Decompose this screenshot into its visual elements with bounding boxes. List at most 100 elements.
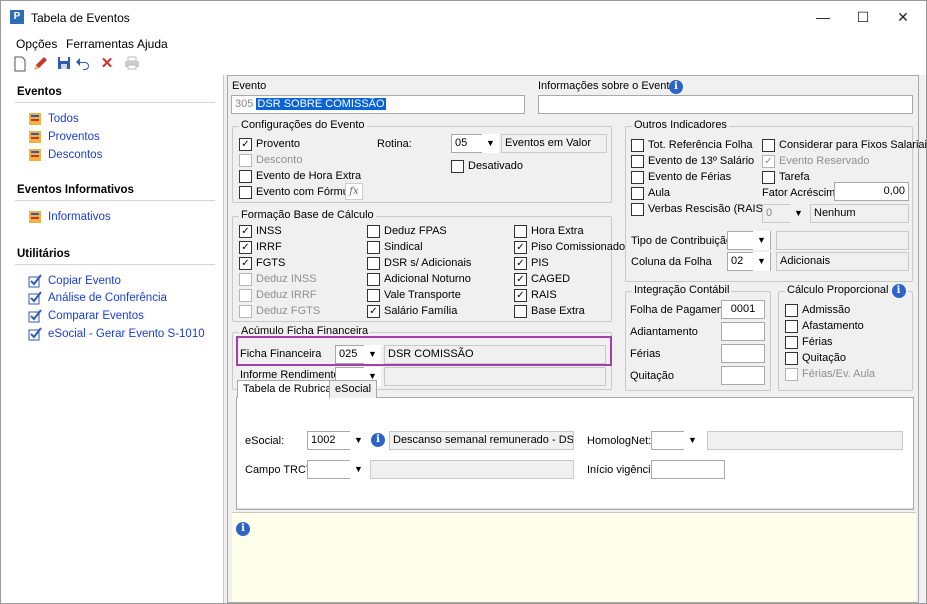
deduz-fgts-checkbox[interactable]: Deduz FGTS — [239, 305, 320, 318]
chevron-down-icon[interactable]: ▼ — [684, 431, 701, 450]
deduz-irrf-checkbox[interactable]: Deduz IRRF — [239, 289, 317, 302]
hora-extra-base-checkbox[interactable]: Hora Extra — [514, 225, 584, 238]
admissao-checkbox[interactable]: Admissão — [785, 304, 850, 317]
evento-13-checkbox[interactable]: Evento de 13º Salário — [631, 155, 754, 168]
evento-field[interactable]: 305 DSR SOBRE COMISSÃO — [231, 95, 525, 114]
deduz-fpas-checkbox[interactable]: Deduz FPAS — [367, 225, 447, 238]
formula-icon[interactable]: fx — [345, 183, 363, 200]
deduz-inss-checkbox[interactable]: Deduz INSS — [239, 273, 317, 286]
tab-tabela-rubricas[interactable]: Tabela de Rubricas — [237, 380, 344, 399]
print-icon[interactable] — [124, 56, 140, 72]
quitacao-checkbox[interactable]: Quitação — [785, 352, 846, 365]
fator-label: Fator Acréscimo — [762, 187, 842, 199]
calculo-group: Cálculo Proporcional i Admissão Afastame… — [778, 284, 913, 391]
sidebar-item-esocial-s1010[interactable]: eSocial - Gerar Evento S-1010 — [48, 328, 205, 340]
sidebar-item-proventos[interactable]: Proventos — [48, 131, 100, 143]
formula-checkbox[interactable]: Evento com Fórmula — [239, 186, 357, 199]
esocial-label: eSocial: — [245, 435, 285, 447]
aula-checkbox[interactable]: Aula — [631, 187, 670, 200]
rais-checkbox[interactable]: ✓ RAIS — [514, 289, 557, 302]
tipo-contrib-label: Tipo de Contribuição — [631, 235, 733, 247]
sidebar-item-copiar-evento[interactable]: Copiar Evento — [48, 275, 121, 287]
close-button[interactable]: ✕ — [883, 1, 923, 33]
info-icon[interactable]: i — [371, 433, 385, 447]
esocial-desc: Descanso semanal remunerado - DSR — [389, 431, 574, 450]
edit-icon[interactable] — [32, 56, 48, 72]
toolbar: ✕ — [1, 53, 926, 75]
chevron-down-icon[interactable]: ▼ — [350, 431, 367, 450]
base-extra-checkbox[interactable]: Base Extra — [514, 305, 585, 318]
evento-ferias-checkbox[interactable]: Evento de Férias — [631, 171, 731, 184]
ferias-label: Férias — [630, 348, 661, 360]
chevron-down-icon[interactable]: ▼ — [753, 252, 770, 271]
save-icon[interactable] — [56, 56, 72, 72]
desconto-checkbox[interactable]: Desconto — [239, 154, 302, 167]
quitacao-field[interactable] — [721, 366, 765, 385]
fixos-salariais-checkbox[interactable]: Considerar para Fixos Salariais — [762, 139, 927, 152]
sidebar-item-comparar-eventos[interactable]: Comparar Eventos — [48, 310, 144, 322]
desativado-checkbox[interactable]: Desativado — [451, 160, 523, 173]
chevron-down-icon[interactable]: ▼ — [364, 345, 381, 364]
sidebar: Eventos Todos Proventos Descontos Evento… — [1, 75, 224, 603]
inss-checkbox[interactable]: ✓ INSS — [239, 225, 282, 238]
dsr-adicionais-checkbox[interactable]: DSR s/ Adicionais — [367, 257, 471, 270]
ficha-label: Ficha Financeira — [240, 348, 322, 360]
provento-checkbox[interactable]: ✓ Provento — [239, 138, 300, 151]
tab-esocial[interactable]: eSocial — [329, 380, 378, 398]
config-group: Configurações do Evento ✓ Provento Descon… — [232, 119, 612, 203]
sindical-checkbox[interactable]: Sindical — [367, 241, 423, 254]
chevron-down-icon[interactable]: ▼ — [482, 134, 499, 153]
info-evento-field[interactable] — [538, 95, 913, 114]
tab-panel: Tabela de Rubricas eSocial eSocial: 1002… — [236, 380, 914, 510]
irrf-checkbox[interactable]: ✓ IRRF — [239, 241, 282, 254]
ferias-checkbox[interactable]: Férias — [785, 336, 833, 349]
piso-comissionado-checkbox[interactable]: ✓ Piso Comissionado — [514, 241, 625, 254]
sidebar-item-informativos[interactable]: Informativos — [48, 211, 111, 223]
new-icon[interactable] — [12, 56, 28, 72]
salario-familia-checkbox[interactable]: ✓ Salário Família — [367, 305, 457, 318]
maximize-button[interactable]: ☐ — [843, 1, 883, 33]
undo-icon[interactable] — [75, 56, 91, 72]
outros-title: Outros Indicadores — [632, 119, 729, 131]
tarefa-checkbox[interactable]: Tarefa — [762, 171, 810, 184]
adiantamento-field[interactable] — [721, 322, 765, 341]
adicional-noturno-checkbox[interactable]: Adicional Noturno — [367, 273, 471, 286]
homolog-label: HomologNet: — [587, 435, 652, 447]
menu-ajuda[interactable]: Ajuda — [137, 37, 168, 51]
vale-transporte-checkbox[interactable]: Vale Transporte — [367, 289, 461, 302]
fgts-checkbox[interactable]: ✓ FGTS — [239, 257, 285, 270]
folha-pagamento-label: Folha de Pagamento — [630, 304, 733, 316]
info-icon[interactable]: i — [236, 522, 250, 536]
menu-opcoes[interactable]: Opções — [16, 37, 57, 51]
info-icon[interactable]: i — [891, 284, 906, 298]
pis-checkbox[interactable]: ✓ PIS — [514, 257, 549, 270]
fator-field[interactable]: 0,00 — [834, 182, 909, 201]
sidebar-item-todos[interactable]: Todos — [48, 113, 79, 125]
ferias-ev-aula-checkbox[interactable]: Férias/Ev. Aula — [785, 368, 875, 381]
minimize-button[interactable]: — — [803, 1, 843, 33]
sidebar-heading-utilitarios: Utilitários — [17, 248, 71, 260]
sidebar-item-analise-conferencia[interactable]: Análise de Conferência — [48, 292, 167, 304]
evento-reservado-checkbox[interactable]: ✓ Evento Reservado — [762, 155, 870, 168]
verbas-rescisao-checkbox[interactable]: Verbas Rescisão (RAIS) — [631, 203, 767, 216]
check-icon — [28, 309, 42, 323]
afastamento-checkbox[interactable]: Afastamento — [785, 320, 864, 333]
menu-ferramentas[interactable]: Ferramentas — [66, 37, 134, 51]
events-icon — [29, 131, 41, 143]
config-title: Configurações do Evento — [239, 119, 367, 131]
ferias-field[interactable] — [721, 344, 765, 363]
caged-checkbox[interactable]: ✓ CAGED — [514, 273, 570, 286]
delete-icon[interactable]: ✕ — [99, 56, 115, 72]
vigencia-field[interactable] — [651, 460, 725, 479]
app-icon: P — [10, 10, 24, 24]
sidebar-item-descontos[interactable]: Descontos — [48, 149, 102, 161]
chevron-down-icon[interactable]: ▼ — [350, 460, 367, 479]
tot-ref-folha-checkbox[interactable]: Tot. Referência Folha — [631, 139, 753, 152]
chevron-down-icon[interactable]: ▼ — [753, 231, 770, 250]
check-icon — [28, 291, 42, 305]
hora-extra-checkbox[interactable]: Evento de Hora Extra — [239, 170, 361, 183]
info-icon[interactable]: i — [669, 80, 683, 94]
chevron-down-icon[interactable]: ▼ — [790, 204, 807, 223]
folha-pagamento-field[interactable]: 0001 — [721, 300, 765, 319]
integracao-group: Integração Contábil Folha de Pagamento 0… — [625, 284, 771, 391]
